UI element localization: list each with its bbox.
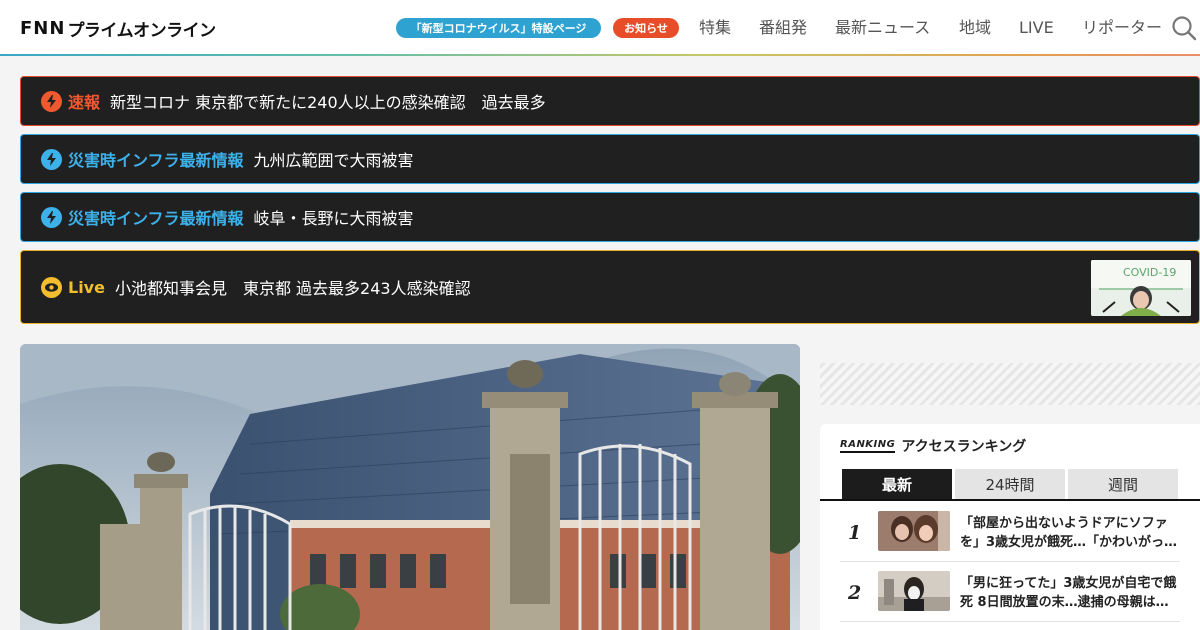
ranking-header: RANKING アクセスランキング bbox=[840, 436, 1026, 456]
ranking-title: アクセスランキング bbox=[901, 439, 1027, 455]
lightning-icon bbox=[41, 206, 62, 228]
logo-mark: FNN bbox=[20, 17, 66, 39]
nav-item-programs[interactable]: 番組発 bbox=[759, 18, 807, 38]
live-thumbnail[interactable]: COVID-19 bbox=[1091, 260, 1191, 316]
site-header: FNN プライムオンライン 「新型コロナウイルス」特設ページ お知らせ 特集 番… bbox=[0, 0, 1200, 54]
lightning-icon bbox=[41, 148, 62, 170]
ranking-tag: RANKING bbox=[840, 439, 896, 453]
ad-placeholder bbox=[820, 363, 1200, 405]
rank-title[interactable]: 「男に狂ってた」3歳女児が自宅で餓死 8日間放置の末…逮捕の母親は… bbox=[960, 574, 1178, 612]
rank-title[interactable]: 「部屋から出ないようドアにソファを」3歳女児が餓死…「かわいがっ… bbox=[960, 514, 1178, 552]
nav-item-region[interactable]: 地域 bbox=[959, 18, 991, 38]
disaster-info-bar[interactable]: 災害時インフラ最新情報 九州広範囲で大雨被害 bbox=[20, 134, 1200, 184]
disaster-tag: 災害時インフラ最新情報 bbox=[68, 209, 244, 228]
tab-latest[interactable]: 最新 bbox=[842, 469, 952, 499]
live-thumb-caption: COVID-19 bbox=[1123, 266, 1176, 279]
covid-special-page-button[interactable]: 「新型コロナウイルス」特設ページ bbox=[396, 18, 601, 38]
disaster-tag: 災害時インフラ最新情報 bbox=[68, 151, 244, 170]
header-accent-line bbox=[0, 54, 1200, 56]
live-text: 小池都知事会見 東京都 過去最多243人感染確認 bbox=[114, 279, 471, 298]
nav-item-latest-news[interactable]: 最新ニュース bbox=[835, 18, 930, 38]
hero-image[interactable] bbox=[20, 344, 800, 630]
nav-item-features[interactable]: 特集 bbox=[699, 18, 731, 38]
tab-weekly[interactable]: 週間 bbox=[1068, 469, 1178, 499]
rank-number: 1 bbox=[848, 522, 862, 544]
disaster-info-bar[interactable]: 災害時インフラ最新情報 岐阜・長野に大雨被害 bbox=[20, 192, 1200, 242]
rank-number: 2 bbox=[848, 582, 862, 604]
ranking-panel: RANKING アクセスランキング 最新 24時間 週間 1 「部屋から出ないよ… bbox=[820, 424, 1200, 630]
rank-thumbnail[interactable] bbox=[878, 571, 950, 611]
nav-item-live[interactable]: LIVE bbox=[1019, 18, 1054, 38]
ranking-tabs: 最新 24時間 週間 bbox=[820, 469, 1200, 501]
live-tag: Live bbox=[68, 277, 105, 297]
rank-thumbnail[interactable] bbox=[878, 511, 950, 551]
ranking-item[interactable]: 1 「部屋から出ないようドアにソファを」3歳女児が餓死…「かわいがっ… bbox=[840, 502, 1180, 562]
disaster-text: 九州広範囲で大雨被害 bbox=[253, 151, 414, 170]
breaking-text: 新型コロナ 東京都で新たに240人以上の感染確認 過去最多 bbox=[110, 93, 546, 112]
live-bar[interactable]: Live 小池都知事会見 東京都 過去最多243人感染確認 COVID-19 bbox=[20, 250, 1200, 324]
lightning-icon bbox=[41, 90, 62, 112]
site-logo[interactable]: FNN プライムオンライン bbox=[20, 15, 216, 41]
breaking-tag: 速報 bbox=[68, 93, 101, 112]
breaking-news-bar[interactable]: 速報 新型コロナ 東京都で新たに240人以上の感染確認 過去最多 bbox=[20, 76, 1200, 126]
notice-button[interactable]: お知らせ bbox=[613, 18, 679, 38]
search-icon[interactable] bbox=[1171, 15, 1197, 41]
nav-item-reporter[interactable]: リポーター bbox=[1082, 18, 1162, 38]
disaster-text: 岐阜・長野に大雨被害 bbox=[253, 209, 414, 228]
tab-24h[interactable]: 24時間 bbox=[955, 469, 1065, 499]
eye-icon bbox=[41, 276, 62, 298]
logo-text: プライムオンライン bbox=[67, 20, 216, 41]
ranking-item[interactable]: 2 「男に狂ってた」3歳女児が自宅で餓死 8日間放置の末…逮捕の母親は… bbox=[840, 562, 1180, 622]
